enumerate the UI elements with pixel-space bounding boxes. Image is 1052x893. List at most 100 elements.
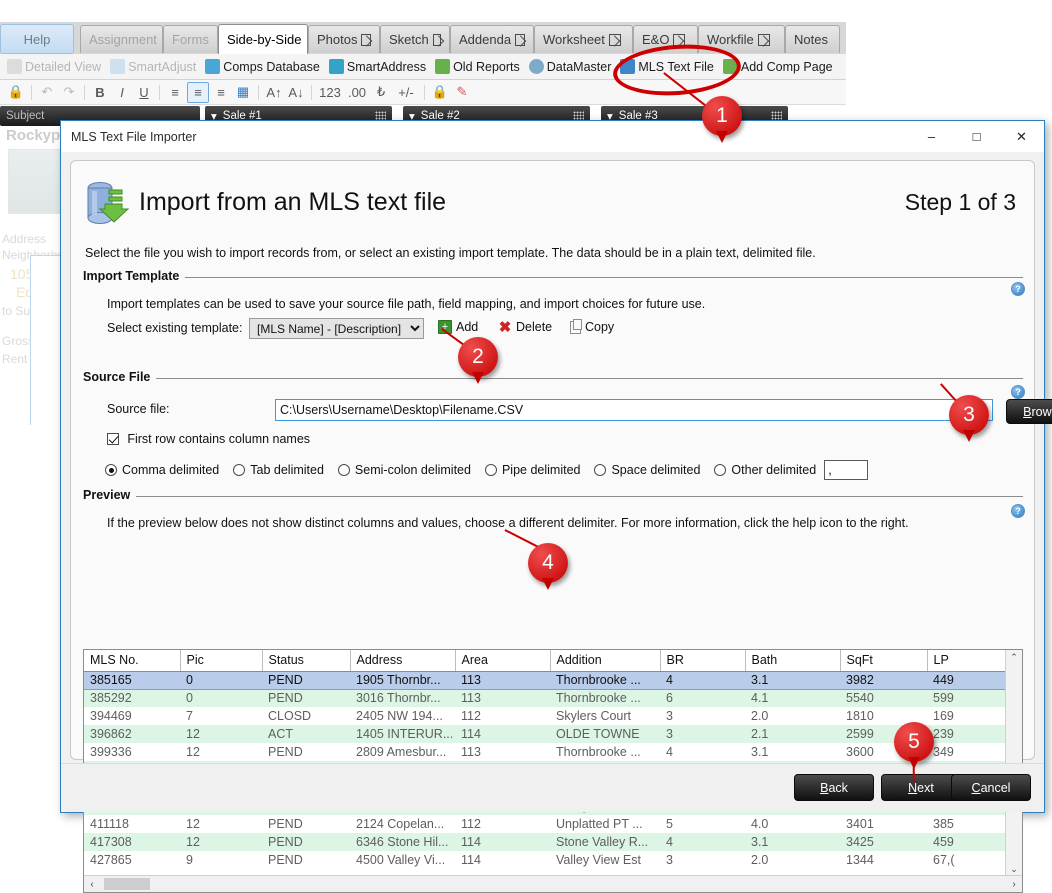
- add-template-button[interactable]: + Add: [438, 320, 478, 334]
- toolbar-item-comps-database[interactable]: Comps Database: [202, 59, 323, 74]
- align-right-icon[interactable]: ≡: [211, 83, 231, 102]
- tab-assignment[interactable]: Assignment: [80, 25, 163, 53]
- scroll-left-icon[interactable]: ‹: [84, 876, 100, 892]
- number-format-icon[interactable]: 123: [317, 83, 343, 102]
- font-grow-icon[interactable]: A↑: [264, 83, 284, 102]
- tab-notes[interactable]: Notes: [785, 25, 840, 53]
- table-cell: 4: [660, 833, 745, 851]
- table-column-header[interactable]: BR: [660, 650, 745, 671]
- eraser-icon[interactable]: ✎: [452, 83, 472, 102]
- minimize-icon[interactable]: –: [909, 121, 954, 152]
- callout-4: 4: [528, 543, 568, 583]
- tab-side-by-side[interactable]: Side-by-Side: [218, 24, 308, 54]
- table-column-header[interactable]: Pic: [180, 650, 262, 671]
- radio-other-delimited[interactable]: Other delimited: [714, 463, 816, 477]
- open-external-icon: [433, 34, 441, 46]
- table-row[interactable]: 39933612PEND2809 Amesbur...113Thornbrook…: [84, 743, 1007, 761]
- delete-template-button[interactable]: ✖ Delete: [498, 320, 552, 334]
- page-description: Select the file you wish to import recor…: [85, 246, 816, 260]
- table-cell: 399336: [84, 743, 180, 761]
- maximize-icon[interactable]: □: [954, 121, 999, 152]
- source-file-input[interactable]: [275, 399, 993, 421]
- table-row[interactable]: 39686212ACT1405 INTERUR...114OLDE TOWNE3…: [84, 725, 1007, 743]
- radio-tab-delimited[interactable]: Tab delimited: [233, 463, 324, 477]
- smartadjust-icon: [110, 59, 125, 74]
- table-cell: 3401: [840, 815, 927, 833]
- template-select[interactable]: [MLS Name] - [Description]: [249, 318, 424, 339]
- table-column-header[interactable]: Bath: [745, 650, 840, 671]
- table-row[interactable]: 3944697CLOSD2405 NW 194...112Skylers Cou…: [84, 707, 1007, 725]
- table-row[interactable]: 41111812PEND2124 Copelan...112Unplatted …: [84, 815, 1007, 833]
- tab-addenda[interactable]: Addenda: [450, 25, 534, 53]
- tab-worksheet[interactable]: Worksheet: [534, 25, 633, 53]
- callout-1: 1: [702, 96, 742, 136]
- radio-semicolon-delimited[interactable]: Semi-colon delimited: [338, 463, 471, 477]
- table-row[interactable]: 4278659PEND4500 Valley Vi...114Valley Vi…: [84, 851, 1007, 869]
- toolbar-item-smartadjust[interactable]: SmartAdjust: [107, 59, 199, 74]
- first-row-checkbox[interactable]: [107, 433, 119, 445]
- table-cell: 3: [660, 725, 745, 743]
- table-column-header[interactable]: MLS No.: [84, 650, 180, 671]
- highlight-icon[interactable]: ▦: [233, 83, 253, 102]
- table-column-header[interactable]: Address: [350, 650, 455, 671]
- close-icon[interactable]: ✕: [999, 121, 1044, 152]
- tab-photos[interactable]: Photos: [308, 25, 380, 53]
- radio-space-delimited[interactable]: Space delimited: [594, 463, 700, 477]
- scroll-right-icon[interactable]: ›: [1006, 876, 1022, 892]
- scroll-thumb[interactable]: [104, 878, 150, 890]
- table-column-header[interactable]: Status: [262, 650, 350, 671]
- align-center-icon[interactable]: ≡: [187, 82, 209, 103]
- currency-icon[interactable]: ₺: [371, 83, 391, 102]
- radio-icon: [233, 464, 245, 476]
- underline-button[interactable]: U: [134, 83, 154, 102]
- tab-label: E&O: [642, 32, 669, 47]
- table-cell: 7: [180, 707, 262, 725]
- italic-button[interactable]: I: [112, 83, 132, 102]
- table-cell: Unplatted PT ...: [550, 815, 660, 833]
- browse-button[interactable]: Browse: [1006, 399, 1052, 424]
- bold-button[interactable]: B: [90, 83, 110, 102]
- table-column-header[interactable]: Area: [455, 650, 550, 671]
- plus-minus-icon[interactable]: +/-: [393, 83, 419, 102]
- lock-icon[interactable]: 🔒: [6, 83, 26, 102]
- table-row[interactable]: 3851650PEND1905 Thornbr...113Thornbrooke…: [84, 671, 1007, 689]
- help-button-label: Help: [24, 32, 51, 47]
- next-button[interactable]: Next: [881, 774, 961, 801]
- redo-icon[interactable]: ↷: [59, 83, 79, 102]
- table-row[interactable]: 41730812PEND6346 Stone Hil...114Stone Va…: [84, 833, 1007, 851]
- toolbar-item-smartaddress[interactable]: SmartAddress: [326, 59, 429, 74]
- decimal-icon[interactable]: .00: [345, 83, 369, 102]
- other-delimiter-input[interactable]: [824, 460, 868, 480]
- help-button[interactable]: Help: [0, 24, 74, 54]
- align-left-icon[interactable]: ≡: [165, 83, 185, 102]
- tab-label: Worksheet: [543, 32, 605, 47]
- radio-comma-delimited[interactable]: Comma delimited: [105, 463, 219, 477]
- table-column-header[interactable]: Addition: [550, 650, 660, 671]
- scroll-up-icon[interactable]: ⌃: [1006, 650, 1022, 665]
- copy-template-button[interactable]: Copy: [570, 320, 614, 334]
- table-cell: 2809 Amesbur...: [350, 743, 455, 761]
- help-icon[interactable]: ?: [1011, 504, 1025, 518]
- font-shrink-icon[interactable]: A↓: [286, 83, 306, 102]
- tab-sketch[interactable]: Sketch: [380, 25, 450, 53]
- first-row-checkbox-row[interactable]: First row contains column names: [107, 432, 310, 446]
- table-cell: 1344: [840, 851, 927, 869]
- table-cell: 114: [455, 851, 550, 869]
- lock-yellow-icon[interactable]: 🔒: [430, 83, 450, 102]
- table-column-header[interactable]: LP: [927, 650, 1007, 671]
- toolbar-item-old-reports[interactable]: Old Reports: [432, 59, 523, 74]
- table-cell: Stone Valley R...: [550, 833, 660, 851]
- table-cell: 385165: [84, 671, 180, 689]
- toolbar-item-detailed-view[interactable]: Detailed View: [4, 59, 104, 74]
- undo-icon[interactable]: ↶: [37, 83, 57, 102]
- help-icon[interactable]: ?: [1011, 282, 1025, 296]
- toolbar-item-datamaster[interactable]: DataMaster: [526, 59, 615, 74]
- table-row[interactable]: 3852920PEND3016 Thornbr...113Thornbrooke…: [84, 689, 1007, 707]
- back-button[interactable]: Back: [794, 774, 874, 801]
- table-column-header[interactable]: SqFt: [840, 650, 927, 671]
- tab-forms[interactable]: Forms: [163, 25, 218, 53]
- cancel-button[interactable]: Cancel: [951, 774, 1031, 801]
- horizontal-scrollbar[interactable]: ‹ ›: [84, 875, 1022, 892]
- help-icon[interactable]: ?: [1011, 385, 1025, 399]
- radio-pipe-delimited[interactable]: Pipe delimited: [485, 463, 581, 477]
